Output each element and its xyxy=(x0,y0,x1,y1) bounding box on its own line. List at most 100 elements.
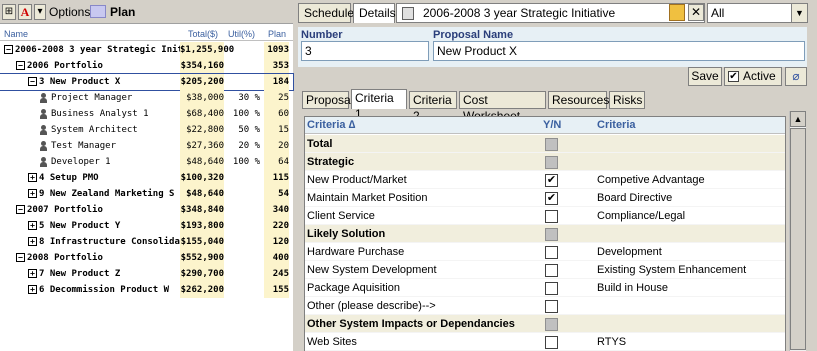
plan-tree-row[interactable]: +4 Setup PMO $100,320 115 xyxy=(0,170,293,186)
expand-button[interactable]: ⊞ xyxy=(2,4,16,20)
plan-tree-row[interactable]: +5 New Product Y $193,800 220 xyxy=(0,218,293,234)
criteria-row[interactable]: New System Development Existing System En… xyxy=(305,261,785,279)
criteria-row[interactable]: Total xyxy=(305,135,785,153)
row-plan: 220 xyxy=(264,218,289,234)
yn-checkbox[interactable] xyxy=(545,336,558,349)
criteria-label: Likely Solution xyxy=(307,228,386,240)
chevron-down-icon[interactable]: ▾ xyxy=(34,4,46,20)
yn-checkbox[interactable] xyxy=(545,156,558,169)
options-menu[interactable]: Options xyxy=(49,5,90,19)
row-label: 4 Setup PMO xyxy=(39,173,99,183)
expand-icon[interactable]: + xyxy=(28,269,37,278)
collapse-icon[interactable]: − xyxy=(16,61,25,70)
yn-checkbox[interactable] xyxy=(545,228,558,241)
total-header[interactable]: Total($) xyxy=(188,29,218,39)
active-label: Active xyxy=(743,69,776,83)
active-toggle[interactable]: ✔ Active xyxy=(724,67,782,86)
plan-tree-row[interactable]: System Architect $22,800 50 % 15 xyxy=(0,122,293,138)
row-plan: 400 xyxy=(264,250,289,266)
proposal-name-field[interactable]: New Product X xyxy=(433,41,805,61)
person-icon xyxy=(40,108,47,119)
save-button[interactable]: Save xyxy=(688,67,722,86)
filter-select[interactable]: All ▼ xyxy=(707,3,808,23)
plan-tree-row[interactable]: −2007 Portfolio $348,840 340 xyxy=(0,202,293,218)
criteria2-header[interactable]: Criteria xyxy=(597,119,636,131)
plan-tree-row[interactable]: −2008 Portfolio $552,900 400 xyxy=(0,250,293,266)
expand-icon[interactable]: + xyxy=(28,221,37,230)
attachment-icon[interactable]: ⌀ xyxy=(785,67,807,86)
plan-tree-row[interactable]: +6 Decommission Product W $262,200 155 xyxy=(0,282,293,298)
criteria-value: Build in House xyxy=(597,282,668,294)
chevron-down-icon[interactable]: ▼ xyxy=(791,4,807,22)
collapse-icon[interactable]: − xyxy=(16,253,25,262)
plan-tree-row[interactable]: +8 Infrastructure Consolidatio$155,040 12… xyxy=(0,234,293,250)
left-column-headers: Name Total($) Util(%) Plan xyxy=(0,27,293,41)
font-color-button[interactable]: A xyxy=(18,4,32,20)
tab-cost-worksheet[interactable]: Cost Worksheet xyxy=(459,91,546,123)
expand-icon[interactable]: + xyxy=(28,189,37,198)
criteria-row[interactable]: Strategic xyxy=(305,153,785,171)
active-checkbox[interactable]: ✔ xyxy=(728,71,739,83)
plan-tree-row[interactable]: −2006-2008 3 year Strategic Initiative$1… xyxy=(0,42,293,58)
row-name: Developer 1 xyxy=(4,154,180,170)
util-header[interactable]: Util(%) xyxy=(228,29,255,39)
close-icon[interactable]: ✕ xyxy=(688,4,704,21)
row-label: 2006 Portfolio xyxy=(27,61,103,71)
expand-icon[interactable]: + xyxy=(28,237,37,246)
collapse-icon[interactable]: − xyxy=(28,77,37,86)
criteria-row[interactable]: New Product/Market ✔ Competive Advantage xyxy=(305,171,785,189)
yn-checkbox[interactable]: ✔ xyxy=(545,174,558,187)
row-label: Project Manager xyxy=(51,93,133,103)
yn-checkbox[interactable] xyxy=(545,282,558,295)
tab-schedule[interactable]: Schedule xyxy=(298,3,354,23)
tab-details[interactable]: Details xyxy=(353,3,396,23)
yn-checkbox[interactable] xyxy=(545,246,558,259)
scroll-up-icon[interactable]: ▲ xyxy=(790,111,806,127)
plan-tree-row[interactable]: +7 New Product Z $290,700 245 xyxy=(0,266,293,282)
yn-checkbox[interactable] xyxy=(545,318,558,331)
tab-resources[interactable]: Resources xyxy=(548,91,609,109)
tab-criteria-1[interactable]: Criteria 1 xyxy=(351,89,407,121)
initiative-title-field[interactable]: 2006-2008 3 year Strategic Initiative xyxy=(396,3,705,23)
criteria-row[interactable]: Other (please describe)--> xyxy=(305,297,785,315)
name-header[interactable]: Name xyxy=(4,29,28,39)
criteria-row[interactable]: Maintain Market Position ✔ Board Directive xyxy=(305,189,785,207)
plan-panel: ⊞ A ▾ Options Plan Name Total($) Util(%)… xyxy=(0,0,294,351)
tab-risks[interactable]: Risks xyxy=(609,91,645,109)
row-total: $48,640 xyxy=(180,154,224,170)
yn-checkbox[interactable] xyxy=(545,138,558,151)
yn-checkbox[interactable] xyxy=(545,264,558,277)
plan-header[interactable]: Plan xyxy=(268,29,286,39)
criteria-row[interactable]: Other System Impacts or Dependancies xyxy=(305,315,785,333)
expand-icon[interactable]: + xyxy=(28,285,37,294)
yn-checkbox[interactable]: ✔ xyxy=(545,192,558,205)
tab-proposal[interactable]: Proposal xyxy=(302,91,353,109)
folder-icon[interactable] xyxy=(669,4,685,21)
criteria-row[interactable]: Likely Solution xyxy=(305,225,785,243)
scroll-thumb[interactable] xyxy=(790,128,806,350)
plan-tree-row[interactable]: Developer 1 $48,640 100 % 64 xyxy=(0,154,293,170)
criteria-row[interactable]: Package Aquisition Build in House xyxy=(305,279,785,297)
criteria-header[interactable]: Criteria ∆ xyxy=(307,119,355,131)
plan-tree-row[interactable]: Business Analyst 1 $68,400 100 % 60 xyxy=(0,106,293,122)
plan-tree-row[interactable]: Project Manager $38,000 30 % 25 xyxy=(0,90,293,106)
criteria-row[interactable]: Client Service Compliance/Legal xyxy=(305,207,785,225)
tab-criteria-2[interactable]: Criteria 2 xyxy=(409,91,457,123)
plan-tree-row[interactable]: Test Manager $27,360 20 % 20 xyxy=(0,138,293,154)
collapse-icon[interactable]: − xyxy=(16,205,25,214)
yn-header[interactable]: Y/N xyxy=(543,119,561,131)
plan-tree-row[interactable]: +9 New Zealand Marketing S $48,640 54 xyxy=(0,186,293,202)
plan-tree-row[interactable]: −2006 Portfolio $354,160 353 xyxy=(0,58,293,74)
row-plan: 15 xyxy=(264,122,289,138)
collapse-icon[interactable]: − xyxy=(4,45,13,54)
vertical-scrollbar[interactable]: ▲ xyxy=(789,111,806,351)
criteria-row[interactable]: Web Sites RTYS xyxy=(305,333,785,351)
row-name: +4 Setup PMO xyxy=(4,170,180,186)
yn-checkbox[interactable] xyxy=(545,300,558,313)
number-field[interactable]: 3 xyxy=(301,41,429,61)
criteria-row[interactable]: Hardware Purchase Development xyxy=(305,243,785,261)
yn-checkbox[interactable] xyxy=(545,210,558,223)
row-plan: 184 xyxy=(264,74,289,90)
plan-tree-row[interactable]: −3 New Product X $205,200 184 xyxy=(0,73,294,91)
expand-icon[interactable]: + xyxy=(28,173,37,182)
